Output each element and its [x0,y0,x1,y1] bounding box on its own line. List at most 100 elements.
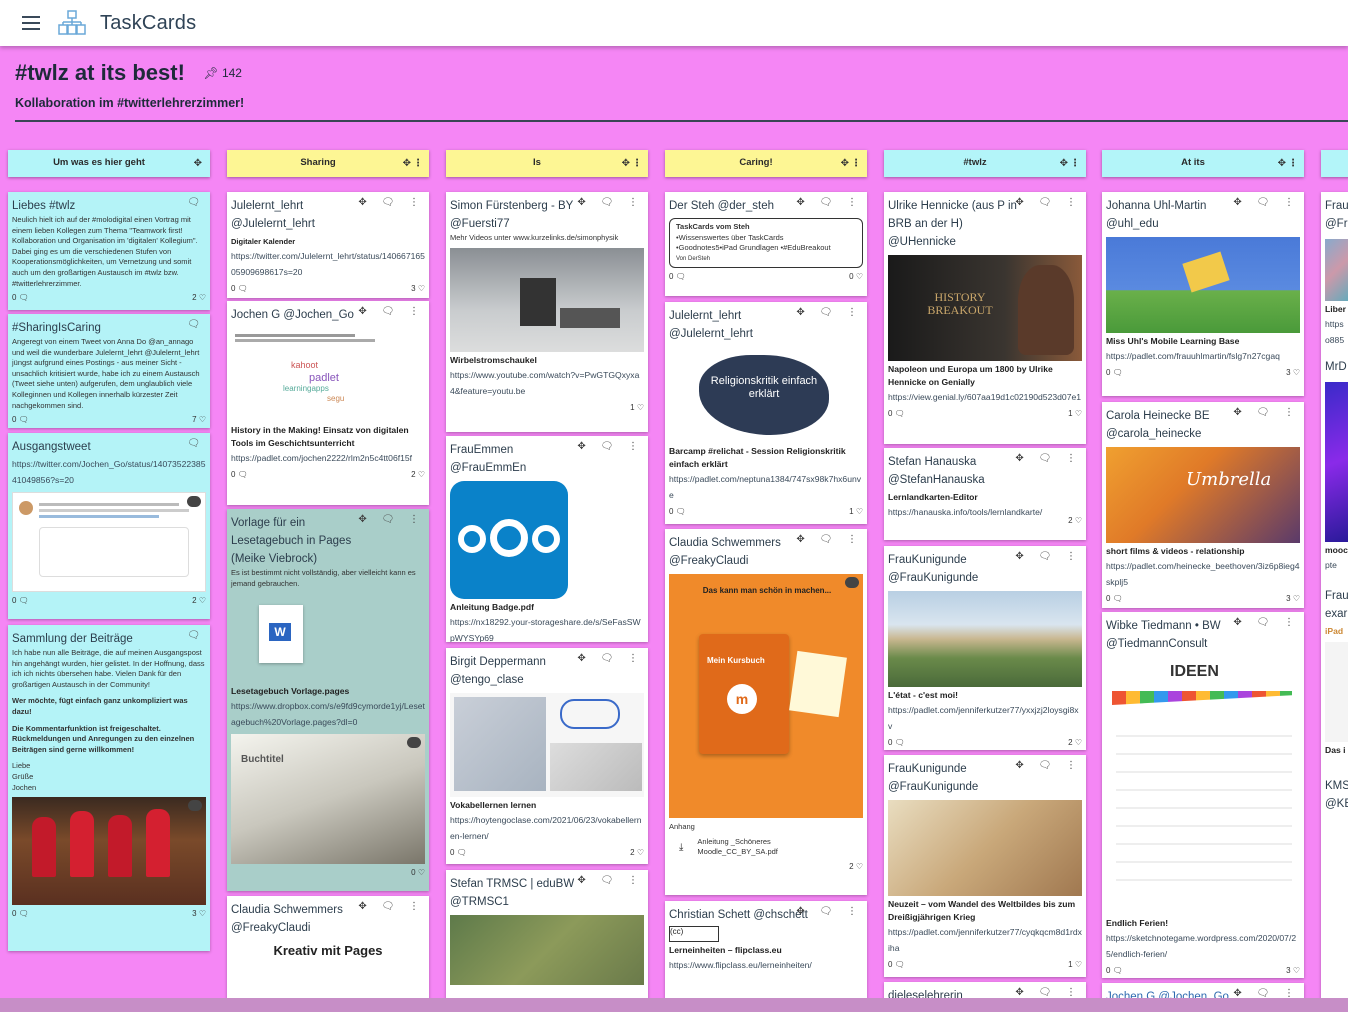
like-count[interactable]: 2 ♡ [1068,738,1082,747]
card-link[interactable]: https://twitter.com/Jochen_Go/status/140… [12,456,206,488]
card-actions-icon[interactable]: ✥ 🗨︎ ⋮ [1015,987,1082,998]
card-actions-icon[interactable]: ✥ 🗨︎ ⋮ [796,906,863,917]
move-icon[interactable]: ✥ [194,158,202,169]
history-breakout-image[interactable]: HISTORY BREAKOUT [888,255,1082,361]
cloud-icon[interactable] [407,737,421,749]
partial-column-cards[interactable]: Frau @Fr Liber https o885 MrD mooc pte F… [1321,192,1348,1002]
comment-count[interactable]: 0 🗨︎ [450,848,467,857]
card-actions-icon[interactable]: ✥ 🗨︎ ⋮ [1015,760,1082,771]
card-short-films[interactable]: Carola Heinecke BE @carola_heinecke ✥ 🗨︎… [1102,402,1304,608]
file-preview[interactable]: W [231,593,425,683]
map-game-image[interactable] [450,915,644,985]
cloud-icon[interactable] [187,496,201,507]
attachment-row[interactable]: ⤓ Anleitung _Schöneres Moodle_CC_BY_SA.p… [669,837,863,858]
card-der-steh[interactable]: Der Steh @der_steh ✥ 🗨︎ ⋮ TaskCards vom … [665,192,867,296]
comment-count[interactable]: 0 🗨︎ [231,470,248,479]
like-count[interactable]: 2 ♡ [849,862,863,871]
like-count[interactable]: 1 ♡ [1068,409,1082,418]
card-actions-icon[interactable]: ✥ 🗨︎ ⋮ [577,197,644,208]
card-actions-icon[interactable]: ✥ 🗨︎ ⋮ [1015,197,1082,208]
card-link[interactable]: https://padlet.com/neptuna1384/747sx98k7… [669,471,863,503]
card-actions-icon[interactable]: ✥ 🗨︎ ⋮ [358,197,425,208]
comment-count[interactable]: 0 🗨︎ [669,272,686,281]
comment-count[interactable]: 0 🗨︎ [231,284,248,293]
like-count[interactable]: 0 ♡ [849,272,863,281]
comment-count[interactable]: 0 🗨︎ [1106,368,1123,377]
card-actions-icon[interactable]: ✥ 🗨︎ ⋮ [358,901,425,912]
sketchnote-image[interactable]: IDEEN [1106,657,1300,915]
card-actions-icon[interactable]: ✥ 🗨︎ ⋮ [1233,407,1300,418]
more-vert-icon[interactable]: ⋮ [1288,158,1298,169]
card-link[interactable]: https://padlet.com/jenniferkutzer77/yxxj… [888,702,1082,734]
column-header-um-was-es-hier-geht[interactable]: Um was es hier geht ✥ [8,150,210,177]
like-count[interactable]: 2 ♡ [411,470,425,479]
card-link[interactable]: https://padlet.com/jenniferkutzer77/cyqk… [888,924,1082,956]
card-actions-icon[interactable]: ✥ 🗨︎ ⋮ [358,514,425,525]
download-icon[interactable]: ⤓ [679,842,683,853]
card-julelernt-kalender[interactable]: Julelernt_lehrt @Julelernt_lehrt ✥ 🗨︎ ⋮ … [227,192,429,298]
card-actions-icon[interactable]: ✥ 🗨︎ ⋮ [577,875,644,886]
tweet-screenshot-image[interactable] [12,492,206,592]
card-actions-icon[interactable]: ✥ 🗨︎ ⋮ [577,441,644,452]
card-link[interactable]: https://view.genial.ly/607aa19d1c02190d5… [888,389,1082,405]
comment-count[interactable]: 0 🗨︎ [888,960,905,969]
like-count[interactable]: 3 ♡ [192,909,206,918]
card-actions-icon[interactable]: ✥ 🗨︎ ⋮ [358,306,425,317]
edge-image[interactable] [1325,239,1348,301]
card-kreativ-mit-pages[interactable]: Claudia Schwemmers @FreakyClaudi ✥ 🗨︎ ⋮ … [227,896,429,1006]
move-icon[interactable]: ✥ [403,158,411,169]
column-header-at-its[interactable]: At its ✥ ⋮ [1102,150,1304,177]
comment-count[interactable]: 0 🗨︎ [669,507,686,516]
card-history-breakout[interactable]: Ulrike Hennicke (aus P in BRB an der H) … [884,192,1086,444]
card-link[interactable]: https://nx18292.your-storageshare.de/s/S… [450,614,644,642]
card-actions-icon[interactable]: ✥ 🗨︎ ⋮ [796,307,863,318]
more-vert-icon[interactable]: ⋮ [632,158,642,169]
comment-count[interactable]: 0 🗨︎ [888,409,905,418]
like-count[interactable]: 1 ♡ [849,507,863,516]
wordcloud-image[interactable]: kahoot padlet learningapps segu [231,328,425,422]
card-moodle[interactable]: Claudia Schwemmers @FreakyClaudi ✥ 🗨︎ ⋮ … [665,529,867,895]
mobile-learning-image[interactable] [1106,237,1300,333]
column-header-partial[interactable] [1321,150,1348,177]
card-link[interactable]: https://padlet.com/frauuhlmartin/fslg7n2… [1106,348,1300,364]
basketball-team-image[interactable] [12,797,206,906]
card-wirbelstromschaukel[interactable]: Simon Fürstenberg - BY @Fuersti77 ✥ 🗨︎ ⋮… [446,192,648,432]
card-neuzeit[interactable]: FrauKunigunde @FrauKunigunde ✥ 🗨︎ ⋮ Neuz… [884,755,1086,977]
physics-video-image[interactable] [450,247,644,352]
card-sammlung-der-beitraege[interactable]: Sammlung der Beiträge 🗨︎ Ich habe nun al… [8,625,210,951]
historical-map-image[interactable] [888,800,1082,896]
more-vert-icon[interactable]: ⋮ [851,158,861,169]
more-vert-icon[interactable]: ⋮ [1070,158,1080,169]
card-link[interactable]: https://padlet.com/jochen2222/rlm2n5c4tt… [231,450,425,466]
move-icon[interactable]: ✥ [622,158,630,169]
card-actions-icon[interactable]: ✥ 🗨︎ ⋮ [1015,551,1082,562]
column-header-twlz[interactable]: #twlz ✥ ⋮ [884,150,1086,177]
comment-count[interactable]: 0 🗨︎ [12,596,29,605]
book-image[interactable]: Buchtitel [231,734,425,865]
card-letat-cest-moi[interactable]: FrauKunigunde @FrauKunigunde ✥ 🗨︎ ⋮ L'ét… [884,546,1086,750]
more-vert-icon[interactable]: ⋮ [413,158,423,169]
like-count[interactable]: 3 ♡ [411,284,425,293]
comment-icon[interactable]: 🗨︎ [187,630,206,641]
move-icon[interactable]: ✥ [841,158,849,169]
card-trmsc[interactable]: Stefan TRMSC | eduBW @TRMSC1 ✥ 🗨︎ ⋮ [446,870,648,1006]
like-count[interactable]: 2 ♡ [192,293,206,302]
umbrella-film-image[interactable]: Umbrella [1106,447,1300,543]
card-lesetagebuch[interactable]: Vorlage für ein Lesetagebuch in Pages (M… [227,509,429,891]
card-flipclass[interactable]: Christian Schett @chschett ✥ 🗨︎ ⋮ (cc) L… [665,901,867,1006]
card-anleitung-badge[interactable]: FrauEmmen @FrauEmmEn ✥ 🗨︎ ⋮ Anleitung Ba… [446,436,648,642]
card-link[interactable]: https://www.youtube.com/watch?v=PwGTGQxy… [450,367,644,399]
like-count[interactable]: 7 ♡ [192,415,206,424]
like-count[interactable]: 3 ♡ [1286,594,1300,603]
like-count[interactable]: 2 ♡ [192,596,206,605]
card-actions-icon[interactable]: ✥ 🗨︎ ⋮ [1233,617,1300,628]
moodle-poster-image[interactable]: Das kann man schön in machen... Mein Kur… [669,574,863,818]
comment-count[interactable]: 0 🗨︎ [1106,594,1123,603]
comment-count[interactable]: 0 🗨︎ [12,415,29,424]
card-actions-icon[interactable]: ✥ 🗨︎ ⋮ [577,653,644,664]
horizontal-scrollbar[interactable] [0,998,1348,1012]
column-header-caring[interactable]: Caring! ✥ ⋮ [665,150,867,177]
card-lernlandkarten[interactable]: Stefan Hanauska @StefanHanauska ✥ 🗨︎ ⋮ L… [884,448,1086,540]
versailles-image[interactable] [888,591,1082,687]
card-vokabellernen[interactable]: Birgit Deppermann @tengo_clase ✥ 🗨︎ ⋮ Vo… [446,648,648,864]
